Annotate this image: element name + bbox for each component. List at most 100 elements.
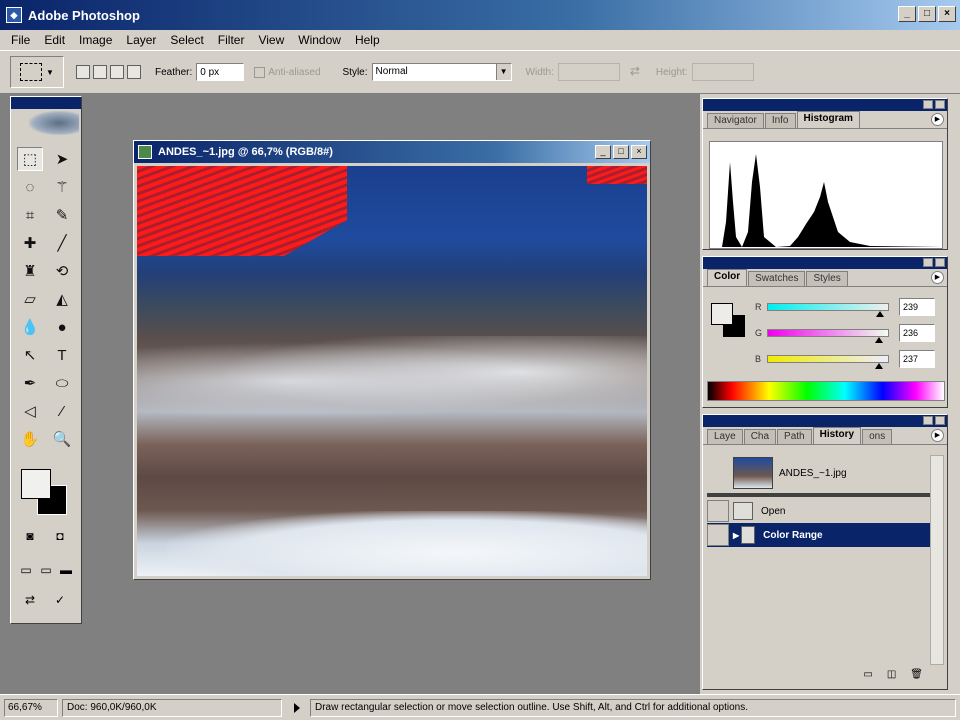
subtract-from-selection-icon[interactable]	[110, 65, 124, 79]
healing-brush-tool-icon[interactable]: ✚	[17, 231, 43, 255]
tab-paths[interactable]: Path	[777, 429, 812, 444]
antialiased-checkbox[interactable]	[254, 66, 266, 78]
photoshop-feather-logo[interactable]	[29, 111, 79, 135]
doc-minimize-button[interactable]: _	[595, 145, 611, 159]
document-titlebar[interactable]: ANDES_~1.jpg @ 66,7% (RGB/8#)	[134, 141, 650, 163]
feather-input[interactable]	[196, 63, 245, 81]
tab-swatches[interactable]: Swatches	[748, 271, 806, 286]
menu-select[interactable]: Select	[163, 33, 210, 47]
panel-menu-arrow-icon[interactable]: ▶	[931, 429, 944, 442]
history-scrollbar[interactable]	[930, 455, 944, 665]
slider-thumb-b[interactable]	[875, 363, 884, 369]
quick-mask-on-icon[interactable]: ◘	[51, 529, 69, 545]
menu-help[interactable]: Help	[348, 33, 387, 47]
panel-menu-arrow-icon[interactable]: ▶	[931, 271, 944, 284]
quick-mask-off-icon[interactable]: ◙	[21, 529, 39, 545]
history-item-color-range[interactable]: ▶ Color Range	[707, 523, 931, 547]
tab-layers[interactable]: Laye	[707, 429, 743, 444]
brush-tool-icon[interactable]: ╱	[49, 231, 75, 255]
width-input[interactable]	[557, 63, 620, 81]
tab-navigator[interactable]: Navigator	[707, 113, 764, 128]
dodge-tool-icon[interactable]: ●	[49, 315, 75, 339]
panel-close-button[interactable]	[935, 416, 945, 425]
magic-wand-tool-icon[interactable]: ⚚	[49, 175, 75, 199]
paint-bucket-tool-icon[interactable]: ◭	[49, 287, 75, 311]
doc-maximize-button[interactable]: □	[613, 145, 629, 159]
status-menu-arrow-icon[interactable]	[294, 702, 300, 713]
jump-to-imageready-icon[interactable]: ⇄	[21, 593, 39, 609]
tab-history[interactable]: History	[812, 427, 862, 444]
tab-styles[interactable]: Styles	[806, 271, 848, 286]
screen-mode-full-icon[interactable]: ▬	[57, 563, 75, 579]
type-tool-icon[interactable]: T	[49, 343, 75, 367]
hand-tool-icon[interactable]: ✋	[17, 427, 43, 451]
new-snapshot-icon[interactable]: ◫	[887, 669, 896, 687]
maximize-button[interactable]: □	[918, 6, 936, 22]
menu-file[interactable]: File	[4, 33, 37, 47]
slider-thumb-r[interactable]	[876, 311, 885, 317]
tab-histogram[interactable]: Histogram	[796, 111, 860, 128]
eyedropper-tool-icon[interactable]: ⁄	[49, 399, 75, 423]
panel-minimize-button[interactable]	[923, 416, 933, 425]
panel-menu-arrow-icon[interactable]: ▶	[931, 113, 944, 126]
new-selection-icon[interactable]	[76, 65, 90, 79]
zoom-level[interactable]: 66,67%	[4, 698, 58, 717]
menu-layer[interactable]: Layer	[119, 33, 163, 47]
eraser-tool-icon[interactable]: ▱	[17, 287, 43, 311]
new-document-from-state-icon[interactable]: ▭	[863, 669, 872, 687]
history-state-slider-icon[interactable]: ▶	[733, 531, 739, 540]
blur-tool-icon[interactable]: 💧	[17, 315, 43, 339]
path-selection-tool-icon[interactable]: ↖	[17, 343, 43, 367]
foreground-color-swatch[interactable]	[21, 469, 51, 499]
height-input[interactable]	[691, 63, 754, 81]
slice-tool-icon[interactable]: ✎	[49, 203, 75, 227]
color-spectrum-bar[interactable]	[707, 381, 945, 401]
slider-b[interactable]	[767, 355, 889, 369]
slider-g[interactable]	[767, 329, 889, 343]
doc-close-button[interactable]: ×	[631, 145, 647, 159]
value-g[interactable]: 236	[899, 324, 935, 342]
clone-stamp-tool-icon[interactable]: ♜	[17, 259, 43, 283]
tab-info[interactable]: Info	[764, 113, 796, 128]
value-r[interactable]: 239	[899, 298, 935, 316]
tool-preset-picker[interactable]: ▼	[10, 56, 64, 88]
slider-r[interactable]	[767, 303, 889, 317]
color-panel-foreground[interactable]	[711, 303, 733, 325]
crop-tool-icon[interactable]: ⌗	[17, 203, 43, 227]
screen-mode-standard-icon[interactable]: ▭	[17, 563, 35, 579]
notes-tool-icon[interactable]: ◁	[17, 399, 43, 423]
image-canvas[interactable]	[137, 166, 647, 576]
menu-image[interactable]: Image	[72, 33, 119, 47]
history-brush-source-box[interactable]	[707, 524, 729, 546]
zoom-tool-icon[interactable]: 🔍	[49, 427, 75, 451]
history-snapshot[interactable]: ANDES_~1.jpg	[707, 455, 931, 491]
lasso-tool-icon[interactable]: ◌	[17, 175, 43, 199]
menu-view[interactable]: View	[251, 33, 291, 47]
minimize-button[interactable]: _	[898, 6, 916, 22]
slider-thumb-g[interactable]	[875, 337, 883, 343]
intersect-selection-icon[interactable]	[127, 65, 141, 79]
menu-window[interactable]: Window	[291, 33, 348, 47]
screen-mode-full-menu-icon[interactable]: ▭	[37, 563, 55, 579]
style-select[interactable]: Normal ▼	[371, 63, 512, 81]
menu-filter[interactable]: Filter	[211, 33, 252, 47]
panel-minimize-button[interactable]	[923, 100, 933, 109]
history-brush-source-box[interactable]	[707, 500, 729, 522]
marquee-tool-icon[interactable]: ⬚	[17, 147, 43, 171]
tab-color[interactable]: Color	[707, 269, 748, 286]
swap-dimensions-icon[interactable]: ⇄	[630, 64, 646, 80]
shape-tool-icon[interactable]: ⬭	[49, 371, 75, 395]
move-tool-icon[interactable]: ➤	[49, 147, 75, 171]
tab-actions[interactable]: ons	[862, 429, 893, 444]
check-icon[interactable]: ✓	[51, 593, 69, 609]
value-b[interactable]: 237	[899, 350, 935, 368]
add-to-selection-icon[interactable]	[93, 65, 107, 79]
history-brush-tool-icon[interactable]: ⟲	[49, 259, 75, 283]
panel-close-button[interactable]	[935, 100, 945, 109]
pen-tool-icon[interactable]: ✒	[17, 371, 43, 395]
close-button[interactable]: ×	[938, 6, 956, 22]
menu-edit[interactable]: Edit	[37, 33, 72, 47]
panel-close-button[interactable]	[935, 258, 945, 267]
trash-icon[interactable]: 🗑	[910, 669, 923, 687]
history-item-open[interactable]: Open	[707, 499, 931, 523]
